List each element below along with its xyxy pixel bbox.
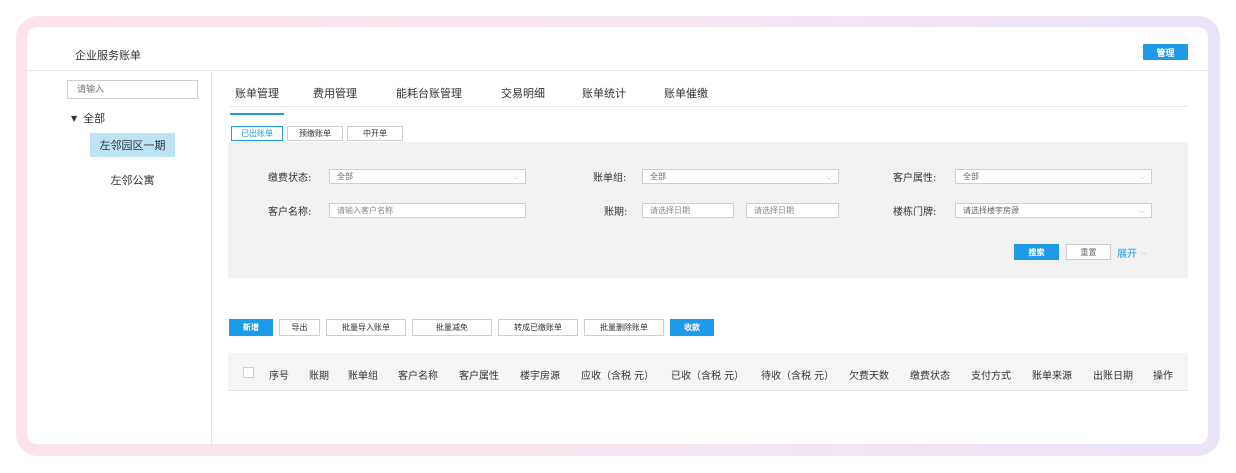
pay-status-select[interactable]: 全部 ⌵ xyxy=(329,169,526,184)
action-bar: 新增 导出 批量导入账单 批量减免 转成已缴账单 批量删除账单 收款 xyxy=(229,319,720,336)
column-header[interactable]: 序号 xyxy=(269,367,289,382)
tab-fee-management[interactable]: 费用管理 xyxy=(311,79,359,115)
column-header[interactable]: 欠费天数 xyxy=(849,367,889,382)
add-button[interactable]: 新增 xyxy=(229,319,273,336)
customer-attr-select[interactable]: 全部 ⌵ xyxy=(955,169,1152,184)
tree-item-apartment[interactable]: 左邻公寓 xyxy=(90,170,175,190)
tree-root-label: 全部 xyxy=(83,112,106,125)
column-header[interactable]: 缴费状态 xyxy=(910,367,950,382)
column-header[interactable]: 应收（含税 元） xyxy=(581,367,654,382)
chevron-down-icon: ⌵ xyxy=(825,171,832,181)
filter-panel: 缴费状态: 全部 ⌵ 账单组: 全部 ⌵ 客户属性: 全部 ⌵ 客户名称: 请输… xyxy=(228,142,1188,278)
customer-name-input[interactable]: 请输入客户名称 xyxy=(329,203,526,218)
search-button[interactable]: 搜索 xyxy=(1014,244,1059,260)
tree-item-park-phase-one[interactable]: 左邻园区一期 xyxy=(90,133,175,157)
subtab-prepaid-bills[interactable]: 预缴账单 xyxy=(287,126,343,141)
expand-toggle[interactable]: 展开 ⌵ xyxy=(1117,245,1148,261)
header-divider xyxy=(27,70,1208,71)
column-header[interactable]: 账单来源 xyxy=(1032,367,1072,382)
subtab-issued-bills[interactable]: 已出账单 xyxy=(231,126,283,141)
column-header[interactable]: 支付方式 xyxy=(971,367,1011,382)
tab-bill-reminder[interactable]: 账单催缴 xyxy=(662,79,710,115)
pay-status-value: 全部 xyxy=(337,172,353,181)
subtab-pending-bills[interactable]: 中开单 xyxy=(347,126,403,141)
building-placeholder: 请选择楼宇房源 xyxy=(963,206,1019,215)
column-header[interactable]: 账期 xyxy=(309,367,329,382)
column-header[interactable]: 操作 xyxy=(1153,367,1173,382)
batch-reduce-button[interactable]: 批量减免 xyxy=(412,319,492,336)
export-button[interactable]: 导出 xyxy=(279,319,320,336)
expand-label: 展开 xyxy=(1117,249,1137,260)
column-header[interactable]: 账单组 xyxy=(348,367,378,382)
chevron-down-icon: ⌵ xyxy=(1141,247,1148,257)
collect-payment-button[interactable]: 收款 xyxy=(670,319,714,336)
pay-status-label: 缴费状态: xyxy=(268,173,312,184)
bill-subtabs: 已出账单 预缴账单 中开单 xyxy=(231,126,403,141)
period-start-input[interactable]: 请选择日期 xyxy=(642,203,734,218)
tab-energy-ledger[interactable]: 能耗台账管理 xyxy=(393,79,465,115)
column-header[interactable]: 客户属性 xyxy=(459,367,499,382)
sidebar-divider xyxy=(211,71,212,444)
reset-button[interactable]: 重置 xyxy=(1066,244,1111,260)
chevron-down-icon: ⌵ xyxy=(1138,205,1145,215)
building-select[interactable]: 请选择楼宇房源 ⌵ xyxy=(955,203,1152,218)
period-label: 账期: xyxy=(604,207,628,218)
period-end-input[interactable]: 请选择日期 xyxy=(746,203,839,218)
bill-group-select[interactable]: 全部 ⌵ xyxy=(642,169,839,184)
tree-root[interactable]: ▼ 全部 xyxy=(71,110,105,126)
customer-attr-label: 客户属性: xyxy=(893,173,937,184)
table-header: 序号 账期 账单组 客户名称 客户属性 楼宇房源 应收（含税 元） 已收（含税 … xyxy=(228,353,1188,391)
column-header[interactable]: 待收（含税 元） xyxy=(761,367,834,382)
select-all-checkbox[interactable] xyxy=(243,367,254,378)
column-header[interactable]: 出账日期 xyxy=(1093,367,1133,382)
convert-paid-button[interactable]: 转成已缴账单 xyxy=(498,319,578,336)
sidebar-search-input[interactable] xyxy=(67,80,198,99)
tabs-divider xyxy=(230,106,1188,107)
batch-delete-button[interactable]: 批量删除账单 xyxy=(584,319,664,336)
batch-import-button[interactable]: 批量导入账单 xyxy=(326,319,406,336)
chevron-down-icon: ⌵ xyxy=(512,171,519,181)
tab-bill-management[interactable]: 账单管理 xyxy=(230,79,284,115)
bill-group-label: 账单组: xyxy=(593,173,627,184)
main-tabs: 账单管理 费用管理 能耗台账管理 交易明细 账单统计 账单催缴 xyxy=(230,79,710,115)
tab-bill-statistics[interactable]: 账单统计 xyxy=(580,79,628,115)
app-title: 企业服务账单 xyxy=(75,49,141,62)
column-header[interactable]: 客户名称 xyxy=(398,367,438,382)
customer-attr-value: 全部 xyxy=(963,172,979,181)
tab-transactions[interactable]: 交易明细 xyxy=(499,79,547,115)
bill-group-value: 全部 xyxy=(650,172,666,181)
customer-name-label: 客户名称: xyxy=(268,207,312,218)
column-header[interactable]: 已收（含税 元） xyxy=(671,367,744,382)
chevron-down-icon: ⌵ xyxy=(1138,171,1145,181)
caret-down-icon[interactable]: ▼ xyxy=(71,114,77,123)
app-window: 企业服务账单 管理 ▼ 全部 左邻园区一期 左邻公寓 账单管理 费用管理 能耗台… xyxy=(27,27,1208,444)
building-label: 楼栋门牌: xyxy=(893,207,937,218)
column-header[interactable]: 楼宇房源 xyxy=(520,367,560,382)
manage-button[interactable]: 管理 xyxy=(1143,44,1188,60)
